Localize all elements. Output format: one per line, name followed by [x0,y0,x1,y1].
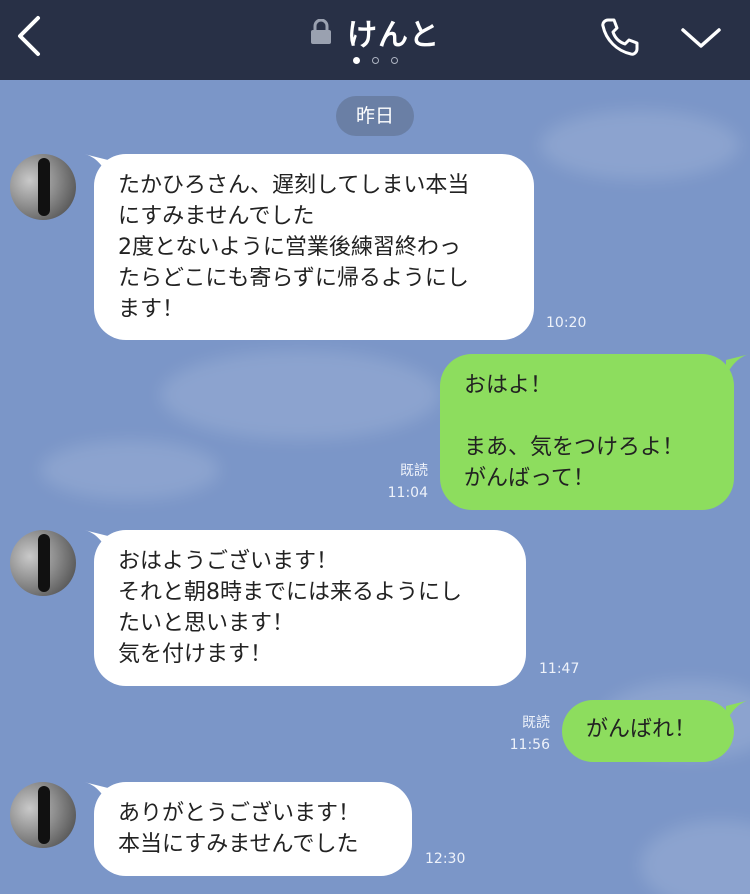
chat-header: けんと [0,0,750,80]
page-indicator [0,57,750,64]
background-cloud [40,440,220,500]
background-cloud [540,110,740,180]
message-bubble[interactable]: がんばれ！ [562,700,734,762]
message-bubble[interactable]: たかひろさん、遅刻してしまい本当 にすみませんでした 2度とないように営業後練習… [94,154,534,340]
read-receipt: 既読 [400,463,428,479]
message-bubble[interactable]: おはようございます！ それと朝8時までには来るようにし たいと思います！ 気を付… [94,530,526,686]
page-dot [390,57,398,64]
avatar[interactable] [10,782,76,848]
chat-title: けんと [347,18,441,53]
message-time: 11:04 [387,485,428,501]
message-time: 10:20 [546,315,587,331]
page-dot [371,57,379,64]
read-receipt: 既読 [522,715,550,731]
chat-area[interactable]: 昨日 たかひろさん、遅刻してしまい本当 にすみませんでした 2度とないように営業… [0,80,750,894]
chevron-down-icon[interactable] [680,24,722,52]
avatar[interactable] [10,530,76,596]
page-dot-active [352,57,360,64]
message-bubble[interactable]: おはよ！ まあ、気をつけろよ！ がんばって！ [440,354,734,510]
message-time: 12:30 [425,851,466,867]
date-separator: 昨日 [336,96,414,136]
phone-icon[interactable] [598,16,640,58]
lock-icon [310,19,331,44]
background-cloud [160,350,440,440]
message-bubble[interactable]: ありがとうございます！ 本当にすみませんでした [94,782,412,876]
background-cloud [640,820,750,894]
avatar[interactable] [10,154,76,220]
message-time: 11:56 [509,737,550,753]
message-time: 11:47 [539,661,580,677]
